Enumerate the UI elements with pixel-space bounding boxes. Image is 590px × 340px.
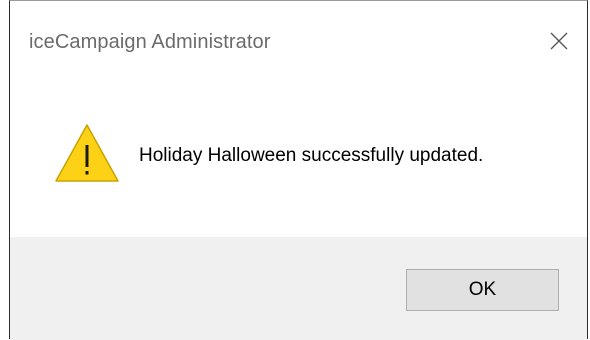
title-bar: iceCampaign Administrator [10, 1, 587, 87]
warning-icon [55, 124, 119, 182]
dialog-footer: OK [10, 237, 587, 340]
dialog-message: Holiday Halloween successfully updated. [139, 145, 484, 166]
dialog-content: Holiday Halloween successfully updated. [10, 87, 587, 237]
ok-button[interactable]: OK [406, 269, 559, 311]
dialog-title: iceCampaign Administrator [29, 31, 271, 53]
close-button[interactable] [539, 21, 579, 61]
close-icon [550, 32, 568, 50]
message-dialog: iceCampaign Administrator Holiday Hallow… [9, 0, 588, 340]
